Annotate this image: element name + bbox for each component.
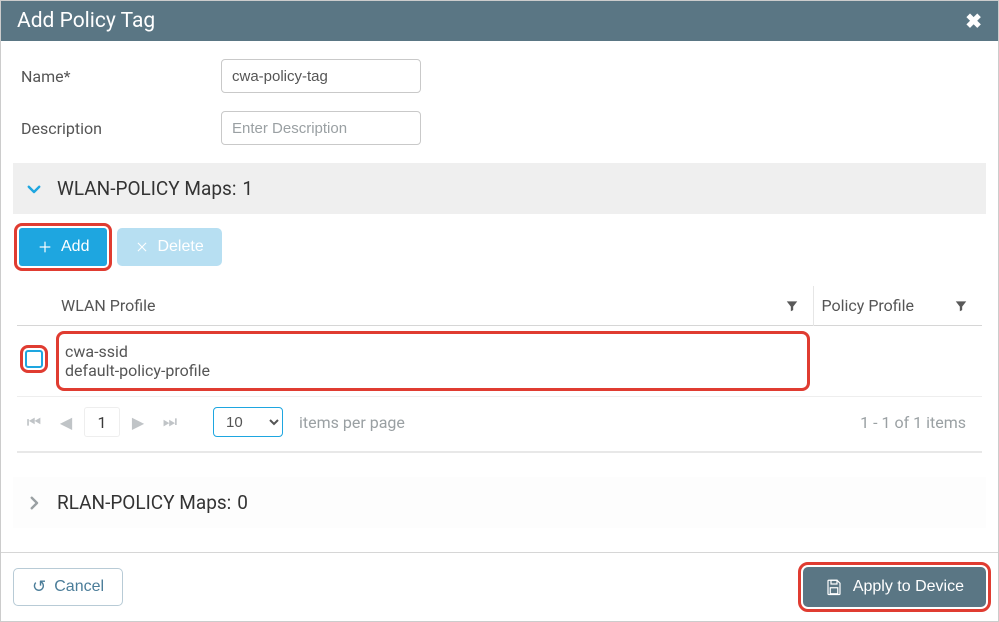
dialog-titlebar: Add Policy Tag ✖ xyxy=(1,1,998,41)
wlan-policy-table: WLAN Profile Policy Profile xyxy=(17,286,982,397)
col-policy-profile-label: Policy Profile xyxy=(822,296,915,315)
cell-wlan-profile-value: cwa-ssid xyxy=(65,342,495,361)
description-input[interactable] xyxy=(221,111,421,145)
add-policy-tag-dialog: Add Policy Tag ✖ Name* Description WLAN-… xyxy=(0,0,999,622)
dialog-title: Add Policy Tag xyxy=(17,9,155,33)
pager-page-number[interactable]: 1 xyxy=(85,408,119,436)
wlan-policy-section: WLAN-POLICY Maps: 1 Add Delete xyxy=(13,163,986,457)
add-button[interactable]: Add xyxy=(19,228,107,266)
row-checkbox-cell[interactable] xyxy=(17,326,53,397)
cancel-button-label: Cancel xyxy=(54,578,104,596)
delete-button-label: Delete xyxy=(157,238,203,256)
pager-first[interactable]: ⏮ xyxy=(21,409,47,435)
plus-icon xyxy=(37,239,53,255)
col-checkbox xyxy=(17,286,53,326)
pager: ⏮ ◀ 1 ▶ ⏭ 10 items per page 1 - 1 of 1 i… xyxy=(17,397,982,453)
wlan-button-row: Add Delete xyxy=(17,228,982,266)
table-row[interactable]: cwa-ssid default-policy-profile xyxy=(17,326,982,397)
rlan-policy-section: RLAN-POLICY Maps: 0 xyxy=(13,477,986,528)
col-wlan-profile[interactable]: WLAN Profile xyxy=(53,286,813,326)
row-checkbox[interactable] xyxy=(25,350,43,368)
close-icon[interactable]: ✖ xyxy=(965,9,982,33)
table-header-row: WLAN Profile Policy Profile xyxy=(17,286,982,326)
wlan-section-count: 1 xyxy=(242,177,253,200)
cancel-button[interactable]: ↺ Cancel xyxy=(13,568,123,606)
name-label: Name* xyxy=(21,67,221,86)
row-values-box: cwa-ssid default-policy-profile xyxy=(61,336,805,386)
rlan-section-title: RLAN-POLICY Maps: xyxy=(57,491,231,514)
wlan-section-title: WLAN-POLICY Maps: xyxy=(57,177,236,200)
pager-status: 1 - 1 of 1 items xyxy=(860,413,966,432)
apply-to-device-button[interactable]: Apply to Device xyxy=(803,567,986,607)
apply-button-label: Apply to Device xyxy=(853,578,964,596)
add-button-label: Add xyxy=(61,238,89,256)
name-row: Name* xyxy=(21,59,978,93)
wlan-section-content: Add Delete WLAN Profile xyxy=(13,214,986,457)
description-label: Description xyxy=(21,119,221,138)
delete-button[interactable]: Delete xyxy=(117,228,221,266)
cell-policy-profile-value: default-policy-profile xyxy=(65,361,210,380)
x-icon xyxy=(135,240,149,254)
pager-label: items per page xyxy=(299,413,405,432)
pager-page-size[interactable]: 10 xyxy=(213,407,283,437)
cell-policy-profile xyxy=(813,326,982,397)
wlan-section-header[interactable]: WLAN-POLICY Maps: 1 xyxy=(13,163,986,214)
name-input[interactable] xyxy=(221,59,421,93)
description-row: Description xyxy=(21,111,978,145)
filter-icon[interactable] xyxy=(785,299,799,313)
pager-next[interactable]: ▶ xyxy=(125,409,151,435)
col-policy-profile[interactable]: Policy Profile xyxy=(813,286,982,326)
undo-icon: ↺ xyxy=(32,577,46,597)
cell-wlan-profile: cwa-ssid default-policy-profile xyxy=(53,326,813,397)
chevron-down-icon xyxy=(25,180,43,198)
chevron-right-icon xyxy=(25,494,43,512)
rlan-section-header[interactable]: RLAN-POLICY Maps: 0 xyxy=(13,477,986,528)
save-icon xyxy=(825,578,843,596)
pager-last[interactable]: ⏭ xyxy=(157,409,183,435)
rlan-section-count: 0 xyxy=(237,491,248,514)
filter-icon[interactable] xyxy=(954,299,968,313)
col-wlan-profile-label: WLAN Profile xyxy=(61,296,156,315)
dialog-footer: ↺ Cancel Apply to Device xyxy=(1,552,998,621)
dialog-body: Name* Description WLAN-POLICY Maps: 1 Ad… xyxy=(1,41,998,552)
pager-prev[interactable]: ◀ xyxy=(53,409,79,435)
